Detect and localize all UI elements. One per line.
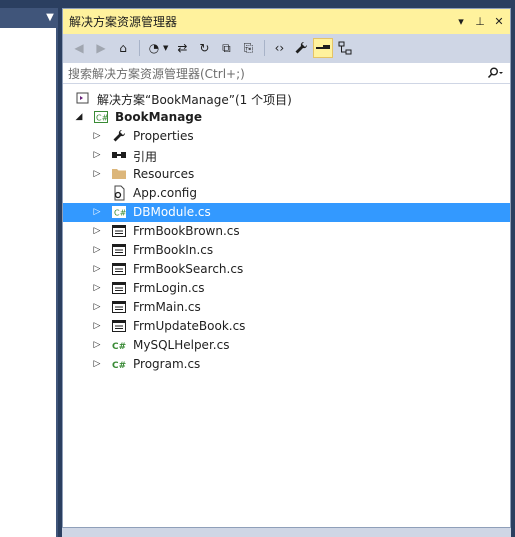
expand-arrow-icon[interactable]: ▷ (91, 203, 103, 222)
solution-icon (75, 90, 91, 106)
expand-arrow-icon[interactable]: ▷ (91, 222, 103, 241)
references-icon (111, 147, 127, 163)
expand-arrow-icon[interactable]: ▷ (91, 165, 103, 184)
svg-text:C#: C# (112, 342, 126, 352)
tree-item-mysqlhelper[interactable]: ▷ C# MySQLHelper.cs (63, 336, 510, 355)
auto-hide-pin-icon[interactable]: ⊥ (472, 14, 488, 30)
toolbar-separator (139, 40, 140, 56)
solution-label: 解决方案“BookManage”(1 个项目) (97, 93, 292, 107)
form-icon (111, 242, 127, 258)
search-box[interactable]: 搜索解决方案资源管理器(Ctrl+;) (63, 62, 510, 84)
svg-text:C#: C# (112, 361, 126, 371)
tree-item-label: MySQLHelper.cs (133, 338, 230, 352)
explorer-toolbar: ◀ ▶ ⌂ ◔ ▼ ⇄ ↻ ⧉ ⎘ ‹› (63, 34, 510, 62)
tree-item-label: Resources (133, 167, 195, 181)
back-icon[interactable]: ◀ (69, 38, 89, 58)
show-all-files-icon[interactable]: ⎘ (238, 38, 258, 58)
window-position-dropdown-icon[interactable]: ▾ (453, 14, 469, 30)
sync-icon[interactable]: ⇄ (172, 38, 192, 58)
forward-icon[interactable]: ▶ (91, 38, 111, 58)
tree-item-label: FrmLogin.cs (133, 281, 205, 295)
search-icon[interactable] (480, 67, 510, 79)
tree-item-dbmodule[interactable]: ▷ C# DBModule.cs (63, 203, 510, 222)
tree-item-solution[interactable]: 解决方案“BookManage”(1 个项目) (63, 89, 510, 108)
expand-arrow-icon[interactable]: ▷ (91, 260, 103, 279)
tree-item-label: FrmUpdateBook.cs (133, 319, 246, 333)
tree-item-frmmain[interactable]: ▷ FrmMain.cs (63, 298, 510, 317)
editor-tab-dropdown-icon[interactable]: ▼ (43, 11, 57, 25)
pending-changes-icon[interactable]: ◔ (144, 38, 164, 58)
pending-changes-dropdown-icon[interactable]: ▼ (163, 44, 168, 52)
tree-item-frmbookbrown[interactable]: ▷ FrmBookBrown.cs (63, 222, 510, 241)
tree-item-label: App.config (133, 186, 197, 200)
panel-bottom-strip (62, 528, 511, 537)
expand-arrow-icon[interactable]: ▷ (91, 279, 103, 298)
panel-title-bar[interactable]: 解决方案资源管理器 ▾ ⊥ ✕ (63, 9, 510, 34)
csharp-file-icon: C# (111, 337, 127, 353)
panel-title: 解决方案资源管理器 (69, 15, 178, 29)
config-file-icon (111, 185, 127, 201)
csharp-project-icon: C# (93, 109, 109, 125)
wrench-icon (111, 128, 127, 144)
form-icon (111, 318, 127, 334)
preview-selected-icon[interactable] (313, 38, 334, 58)
expand-arrow-icon[interactable]: ▷ (91, 146, 103, 165)
solution-explorer-panel: 解决方案资源管理器 ▾ ⊥ ✕ ◀ ▶ ⌂ ◔ ▼ ⇄ ↻ ⧉ ⎘ ‹› 搜索解… (62, 8, 511, 528)
editor-pane[interactable] (0, 28, 58, 537)
expand-arrow-icon[interactable]: ▷ (91, 127, 103, 146)
expand-arrow-icon[interactable]: ▷ (91, 298, 103, 317)
form-icon (111, 223, 127, 239)
properties-icon[interactable] (291, 38, 311, 58)
view-code-icon[interactable]: ‹› (269, 38, 289, 58)
tree-item-frmbooksearch[interactable]: ▷ FrmBookSearch.cs (63, 260, 510, 279)
tree-item-label: FrmMain.cs (133, 300, 201, 314)
tree-item-project[interactable]: ◢ C# BookManage (63, 108, 510, 127)
close-icon[interactable]: ✕ (491, 14, 507, 30)
tree-item-label: Program.cs (133, 357, 201, 371)
form-icon (111, 280, 127, 296)
home-icon[interactable]: ⌂ (113, 38, 133, 58)
tree-item-app-config[interactable]: App.config (63, 184, 510, 203)
toolbar-separator (264, 40, 266, 56)
collapse-all-icon[interactable]: ⧉ (216, 38, 236, 58)
tree-item-program[interactable]: ▷ C# Program.cs (63, 355, 510, 374)
folder-icon (111, 166, 127, 182)
tree-item-frmbookin[interactable]: ▷ FrmBookIn.cs (63, 241, 510, 260)
expand-arrow-icon[interactable]: ▷ (91, 355, 103, 374)
tree-item-label: FrmBookBrown.cs (133, 224, 240, 238)
search-input[interactable]: 搜索解决方案资源管理器(Ctrl+;) (63, 65, 480, 82)
refresh-icon[interactable]: ↻ (194, 38, 214, 58)
expand-arrow-icon[interactable]: ▷ (91, 336, 103, 355)
expand-arrow-icon[interactable]: ▷ (91, 317, 103, 336)
collapse-arrow-icon[interactable]: ◢ (73, 108, 85, 127)
svg-text:C#: C# (96, 114, 109, 123)
expand-arrow-icon[interactable]: ▷ (91, 241, 103, 260)
project-label: BookManage (115, 110, 203, 124)
svg-text:C#: C# (114, 209, 127, 218)
tree-item-label: DBModule.cs (133, 205, 211, 219)
tree-item-label: 引用 (133, 150, 158, 164)
form-icon (111, 299, 127, 315)
class-diagram-icon[interactable] (335, 38, 355, 58)
tree-item-label: Properties (133, 129, 194, 143)
tree-item-properties[interactable]: ▷ Properties (63, 127, 510, 146)
form-icon (111, 261, 127, 277)
csharp-module-icon: C# (111, 204, 127, 220)
tree-item-resources[interactable]: ▷ Resources (63, 165, 510, 184)
tree-item-frmupdatebook[interactable]: ▷ FrmUpdateBook.cs (63, 317, 510, 336)
csharp-file-icon: C# (111, 356, 127, 372)
tree-item-label: FrmBookIn.cs (133, 243, 214, 257)
tree-item-frmlogin[interactable]: ▷ FrmLogin.cs (63, 279, 510, 298)
tree-item-references[interactable]: ▷ 引用 (63, 146, 510, 165)
tree-item-label: FrmBookSearch.cs (133, 262, 244, 276)
